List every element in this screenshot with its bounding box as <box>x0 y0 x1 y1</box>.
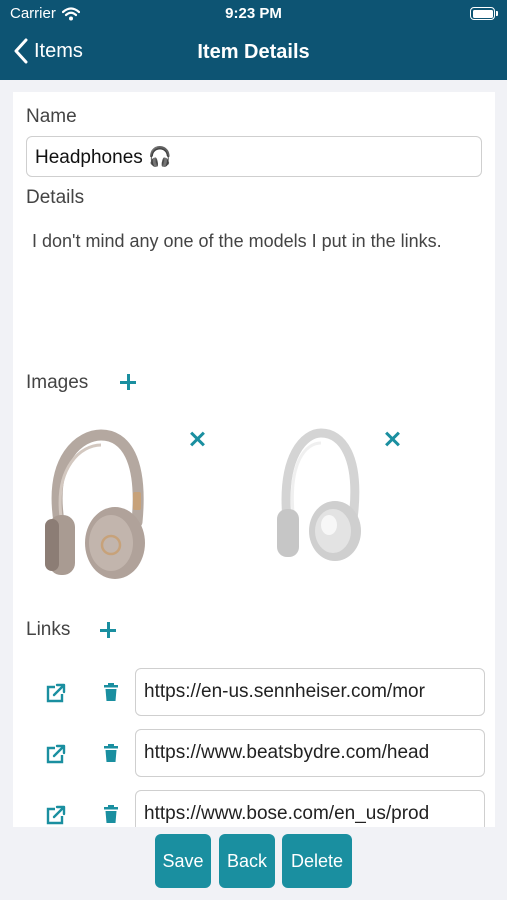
trash-icon[interactable] <box>103 743 119 763</box>
link-row: https://en-us.sennheiser.com/mor <box>13 668 495 716</box>
details-label: Details <box>26 187 85 208</box>
trash-icon[interactable] <box>103 682 119 702</box>
status-bar: Carrier 9:23 PM <box>0 0 507 28</box>
details-textarea[interactable]: I don't mind any one of the models I put… <box>32 228 472 254</box>
headphones-image-2 <box>277 428 361 561</box>
trash-icon[interactable] <box>103 804 119 824</box>
external-link-icon[interactable] <box>45 744 67 764</box>
remove-image-2-icon[interactable] <box>385 432 399 446</box>
headphones-image-1 <box>45 429 145 579</box>
item-form: Name Headphones 🎧 Details I don't mind a… <box>13 92 495 827</box>
page-title: Item Details <box>197 41 310 63</box>
link-url-field[interactable]: https://en-us.sennheiser.com/mor <box>135 668 485 716</box>
navigation-bar: Items Item Details <box>0 28 507 80</box>
remove-image-1-icon[interactable] <box>190 432 204 446</box>
battery-icon <box>470 7 498 20</box>
link-url-field[interactable]: https://www.beatsbydre.com/head <box>135 729 485 777</box>
name-label: Name <box>26 106 77 127</box>
name-field[interactable]: Headphones 🎧 <box>26 136 482 177</box>
link-row: https://www.bose.com/en_us/prod <box>13 790 495 827</box>
external-link-icon[interactable] <box>45 805 67 825</box>
back-button[interactable]: Back <box>219 834 275 888</box>
clock: 9:23 PM <box>225 5 282 22</box>
name-value: Headphones 🎧 <box>35 146 172 168</box>
external-link-icon[interactable] <box>45 683 67 703</box>
delete-button[interactable]: Delete <box>282 834 352 888</box>
save-button[interactable]: Save <box>155 834 211 888</box>
links-label: Links <box>26 619 71 640</box>
link-row: https://www.beatsbydre.com/head <box>13 729 495 777</box>
link-url-field[interactable]: https://www.bose.com/en_us/prod <box>135 790 485 827</box>
add-link-icon[interactable] <box>100 622 116 638</box>
add-image-icon[interactable] <box>120 374 136 390</box>
images-label: Images <box>26 372 89 393</box>
